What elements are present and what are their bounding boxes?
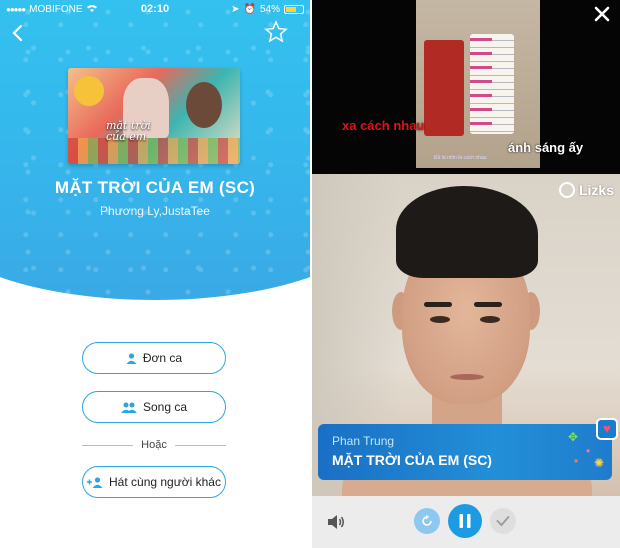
lyric-line-right: ánh sáng ấy — [508, 140, 584, 155]
back-icon[interactable] — [8, 22, 30, 44]
replay-icon — [422, 514, 432, 526]
or-label: Hoặc — [141, 439, 167, 451]
song-detail-panel: ●●●●● MOBIFONE 02:10 ➤ ⏰ 54% mặt trời củ… — [0, 0, 310, 548]
person-icon — [126, 352, 137, 364]
lyric-subtitle: Đủ là nhìn là cách nhau — [434, 155, 487, 161]
dot-icon: • — [574, 454, 579, 468]
pause-button[interactable] — [448, 504, 482, 538]
singer-name: Phan Trung — [332, 434, 395, 448]
song-title: MẶT TRỜI CỦA EM (SC) — [54, 178, 256, 197]
heart-icon[interactable]: ♥ — [596, 418, 618, 440]
check-icon — [496, 516, 510, 527]
watermark: Lizks — [558, 182, 614, 198]
add-person-icon — [87, 476, 103, 488]
duet-label: Song ca — [142, 400, 188, 414]
finish-button[interactable] — [490, 508, 516, 534]
now-singing-card: Phan Trung MẶT TRỜI CỦA EM (SC) ✥ • ✺ • — [318, 424, 612, 480]
volume-icon[interactable] — [326, 512, 346, 532]
battery-icon — [284, 4, 304, 14]
sparkle-icon: ✥ — [568, 430, 579, 444]
replay-button[interactable] — [414, 508, 440, 534]
close-icon[interactable] — [592, 5, 612, 25]
people-icon — [120, 402, 137, 413]
lyric-video: xa cách nhau ánh sáng ấy Đủ là nhìn là c… — [312, 0, 620, 174]
clock: 02:10 — [140, 3, 170, 15]
solo-button[interactable]: Đơn ca — [82, 342, 226, 374]
or-separator: Hoặc — [82, 438, 226, 452]
album-cover: mặt trời của em — [68, 68, 240, 164]
sing-with-others-button[interactable]: Hát cùng người khác — [82, 466, 226, 498]
now-singing-title: MẶT TRỜI CỦA EM (SC) — [332, 452, 492, 468]
song-artists: Phương Ly,JustaTee — [100, 204, 210, 218]
watermark-text: Lizks — [578, 182, 614, 198]
status-bar: ●●●●● MOBIFONE 02:10 ➤ ⏰ 54% — [0, 0, 310, 18]
solo-label: Đơn ca — [142, 351, 183, 365]
pause-icon — [459, 514, 471, 528]
favorite-star-icon[interactable] — [264, 20, 288, 44]
lyric-line-left: xa cách nhau — [342, 118, 425, 133]
star-deco-icon: ✺ — [594, 456, 605, 470]
sing-with-others-label: Hát cùng người khác — [109, 475, 221, 489]
karaoke-panel: xa cách nhau ánh sáng ấy Đủ là nhìn là c… — [312, 0, 620, 548]
app-logo-icon — [558, 182, 575, 198]
dot-icon: • — [586, 444, 591, 458]
duet-button[interactable]: Song ca — [82, 391, 226, 423]
cover-title: mặt trời của em — [106, 119, 151, 143]
playback-controls — [312, 496, 620, 548]
